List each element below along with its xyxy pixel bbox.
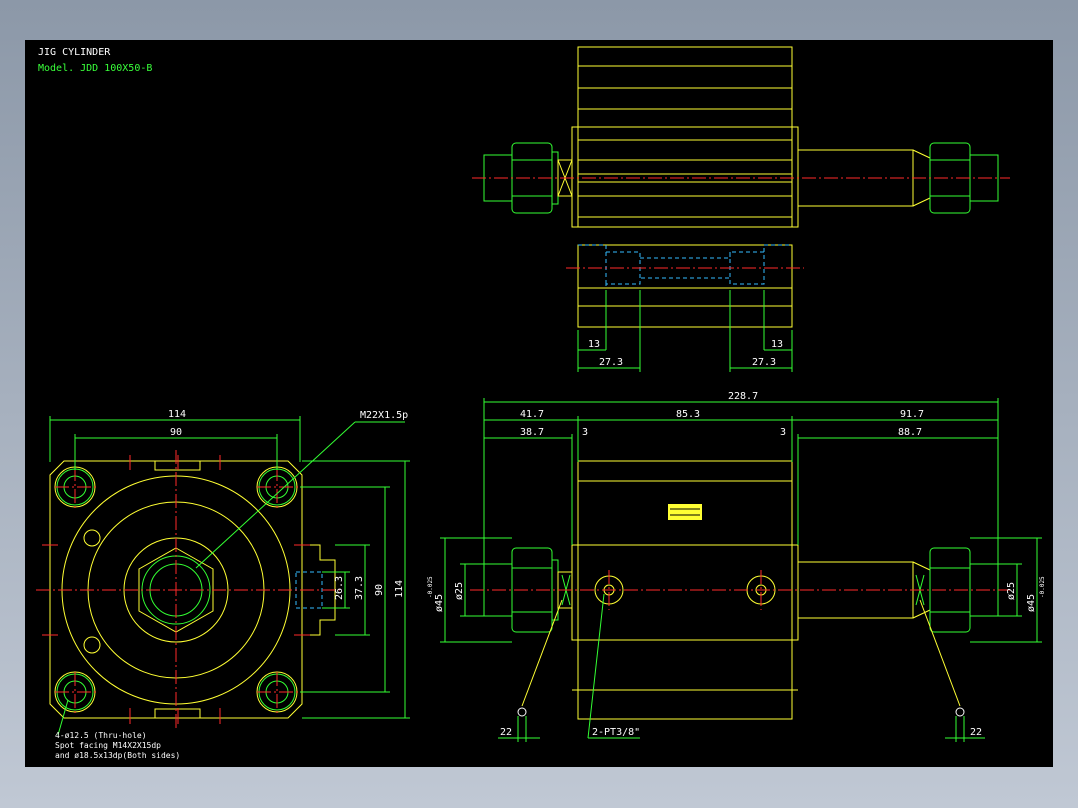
note-hole-2: Spot facing M14X2X15dp (55, 741, 161, 750)
cad-drawing: .y { stroke:#ffff33; fill:none; stroke-w… (36, 46, 1046, 760)
dim-front-37: 37.3 (354, 576, 365, 600)
tol-left: -0.025 (427, 576, 434, 598)
note-hole-1: 4-ø12.5 (Thru-hole) (55, 731, 147, 740)
dim-front-26: 26.3 (334, 576, 345, 600)
note-port: 2-PT3/8" (592, 727, 640, 738)
dim-top-right-13: 13 (771, 339, 783, 350)
side-view: 228.7 41.7 85.3 91.7 38.7 3 3 88.7 ø45 -… (427, 391, 1046, 742)
dim-phi45-left: ø45 (434, 594, 445, 612)
dim-22-right: 22 (970, 727, 982, 738)
dim-front-width: 114 (168, 409, 186, 420)
dim-front-hole-v: 90 (374, 584, 385, 596)
dim-3b: 3 (780, 427, 786, 438)
dim-91: 91.7 (900, 409, 924, 420)
dim-22-left: 22 (500, 727, 512, 738)
top-body-mid (571, 126, 799, 228)
front-view: 114 90 M22X1.5p 114 90 37.3 26.3 4-ø12.5… (36, 409, 410, 760)
dim-38: 38.7 (520, 427, 544, 438)
top-view: 13 27.3 13 27.3 (472, 46, 1010, 372)
dim-front-height: 114 (394, 580, 405, 598)
dim-top-left-27: 27.3 (599, 357, 623, 368)
tol-right: -0.025 (1039, 576, 1046, 598)
dim-total: 228.7 (728, 391, 758, 402)
drawing-canvas: JIG CYLINDER Model. JDD 100X50-B .y { st… (25, 40, 1053, 767)
note-hole-3: and ø18.5x13dp(Both sides) (55, 751, 180, 760)
dim-85: 85.3 (676, 409, 700, 420)
dim-front-holes: 90 (170, 427, 182, 438)
dim-88: 88.7 (898, 427, 922, 438)
dim-phi25-left: ø25 (454, 582, 465, 600)
dim-41: 41.7 (520, 409, 544, 420)
dim-3a: 3 (582, 427, 588, 438)
note-thread: M22X1.5p (360, 410, 408, 421)
name-plate (668, 504, 702, 520)
dim-top-right-27: 27.3 (752, 357, 776, 368)
dim-top-left-13: 13 (588, 339, 600, 350)
top-body-upper (577, 46, 793, 128)
dim-phi45-right: ø45 (1026, 594, 1037, 612)
dim-phi25-right: ø25 (1006, 582, 1017, 600)
